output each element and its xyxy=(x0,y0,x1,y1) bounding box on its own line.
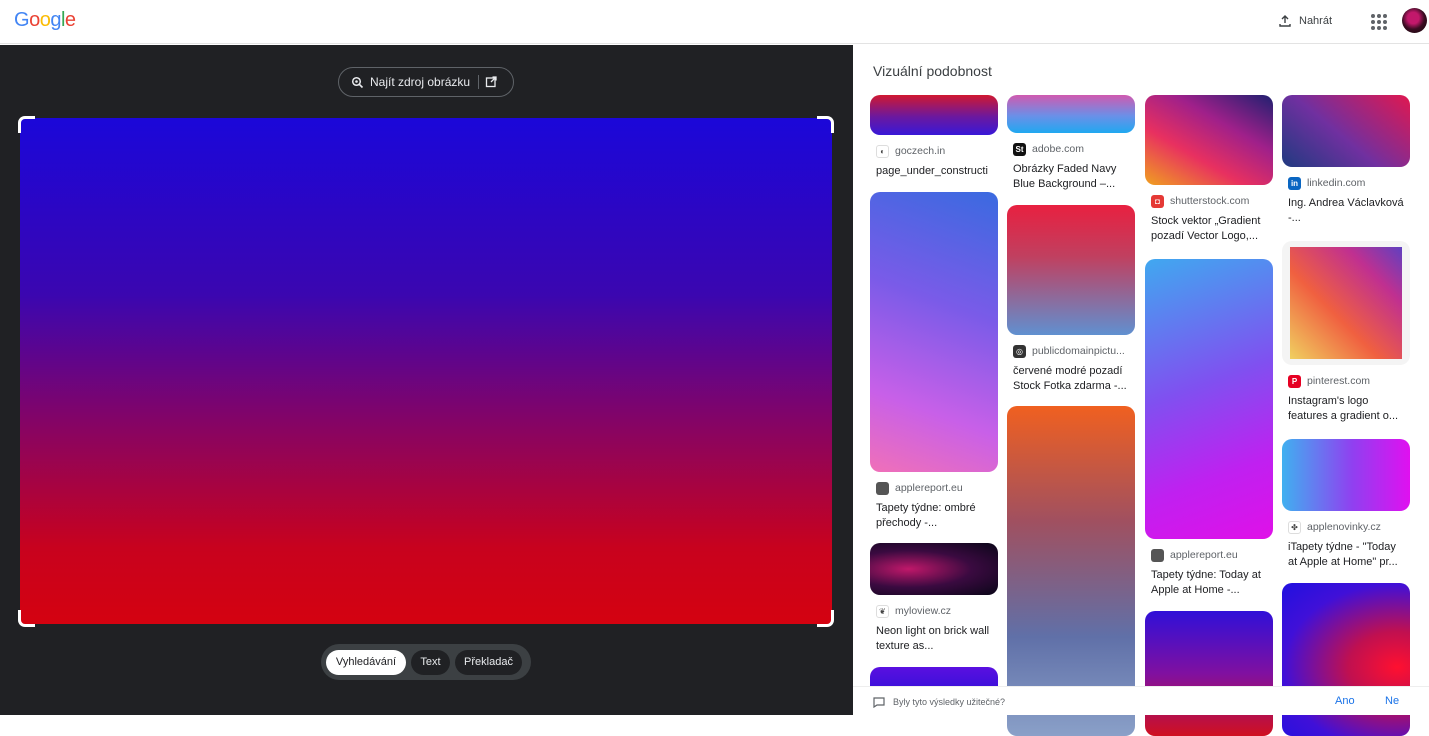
google-logo[interactable]: Google xyxy=(14,9,76,32)
result-title[interactable]: Tapety týdne: ombré přechody -... xyxy=(870,501,998,531)
results-pane: Vizuální podobnost ◐ goczech.in page_under… xyxy=(853,45,1429,736)
image-preview-pane: Najít zdroj obrázku Vyhledávání Text Překl… xyxy=(0,45,853,715)
result-card[interactable] xyxy=(1145,611,1273,736)
result-card[interactable]: St adobe.com Obrázky Faded Navy Blue Backg… xyxy=(1007,95,1135,192)
divider xyxy=(478,75,480,89)
open-in-new-icon xyxy=(485,76,497,88)
upload-label: Nahrát xyxy=(1299,15,1333,27)
result-site-name: applereport.eu xyxy=(895,482,963,494)
upload-icon xyxy=(1279,15,1291,27)
crop-handle-bottom-right[interactable] xyxy=(817,610,834,627)
result-card[interactable]: in linkedin.com Ing. Andrea Václavková -..… xyxy=(1282,95,1410,226)
result-title[interactable]: page_under_constructi xyxy=(870,164,998,179)
result-site-name: adobe.com xyxy=(1032,143,1084,155)
mode-button[interactable]: Překladač xyxy=(455,649,522,675)
result-source[interactable]: applereport.eu xyxy=(870,481,998,495)
result-thumbnail[interactable] xyxy=(1282,241,1410,365)
result-thumbnail[interactable] xyxy=(1007,95,1135,133)
result-thumbnail[interactable] xyxy=(1145,259,1273,539)
result-card[interactable]: applereport.eu Tapety týdne: ombré přecho… xyxy=(870,192,998,531)
result-source[interactable]: Ppinterest.com xyxy=(1282,374,1410,388)
site-favicon-icon: ❦ xyxy=(876,604,889,618)
result-card[interactable]: ◐ goczech.in page_under_constructi xyxy=(870,95,998,179)
crop-handle-bottom-left[interactable] xyxy=(18,610,35,627)
upload-button[interactable]: Nahrát xyxy=(1270,8,1340,34)
result-thumbnail[interactable] xyxy=(1282,439,1410,511)
mode-button[interactable]: Vyhledávání xyxy=(326,649,406,675)
site-favicon-icon: P xyxy=(1288,374,1301,388)
result-site-name: publicdomainpictu... xyxy=(1032,345,1125,357)
result-source[interactable]: St adobe.com xyxy=(1007,142,1135,156)
result-title[interactable]: červené modré pozadí Stock Fotka zdarma … xyxy=(1007,364,1135,394)
result-site-name: goczech.in xyxy=(895,145,946,157)
mode-button[interactable]: Text xyxy=(411,649,450,675)
result-title[interactable]: Tapety týdne: Today at Apple at Home -..… xyxy=(1145,568,1273,598)
lens-search-icon xyxy=(351,76,364,88)
site-favicon-icon xyxy=(1151,548,1164,562)
uploaded-image xyxy=(20,118,832,624)
apps-grid-icon[interactable] xyxy=(1368,11,1388,31)
result-site-name: applereport.eu xyxy=(1170,549,1238,561)
results-title: Vizuální podobnost xyxy=(873,63,992,79)
result-site-name: myloview.cz xyxy=(895,605,952,617)
find-image-source-button[interactable]: Najít zdroj obrázku xyxy=(338,67,514,97)
result-title[interactable]: Stock vektor „Gradient pozadí Vector Log… xyxy=(1145,214,1273,244)
result-source[interactable]: ◘ shutterstock.com xyxy=(1145,194,1273,208)
logo-letter: G xyxy=(14,9,30,31)
result-thumbnail[interactable] xyxy=(1145,95,1273,185)
result-title[interactable]: Obrázky Faded Navy Blue Background –... xyxy=(1007,162,1135,192)
result-site-name: linkedin.com xyxy=(1307,177,1366,189)
search-mode-switcher: Vyhledávání Text Překladač xyxy=(321,644,531,680)
result-source[interactable]: ◎ publicdomainpictu... xyxy=(1007,344,1135,358)
feedback-bar: Byly tyto výsledky užitečné? Ano Ne xyxy=(853,686,1429,715)
logo-letter: g xyxy=(50,9,61,31)
result-thumbnail[interactable] xyxy=(1145,611,1273,736)
result-title[interactable]: iTapety týdne - "Today at Apple at Home"… xyxy=(1282,540,1410,570)
result-source[interactable]: ✤ applenovinky.cz xyxy=(1282,520,1410,534)
result-title[interactable]: Neon light on brick wall texture as... xyxy=(870,624,998,654)
result-card[interactable]: ❦ myloview.cz Neon light on brick wall tex… xyxy=(870,543,998,654)
result-thumbnail[interactable] xyxy=(870,95,998,135)
result-thumbnail[interactable] xyxy=(1282,95,1410,167)
result-card[interactable]: ✤ applenovinky.cz iTapety týdne - "Today a… xyxy=(1282,439,1410,570)
site-favicon-icon: in xyxy=(1288,176,1301,190)
result-source[interactable]: applereport.eu xyxy=(1145,548,1273,562)
site-favicon-icon: ◐ xyxy=(876,144,889,158)
crop-handle-top-left[interactable] xyxy=(18,116,35,133)
logo-letter: e xyxy=(64,9,76,31)
logo-letter: o xyxy=(29,9,40,31)
result-source[interactable]: in linkedin.com xyxy=(1282,176,1410,190)
result-card[interactable]: ◎ publicdomainpictu... červené modré pozad… xyxy=(1007,205,1135,394)
site-favicon-icon: ◘ xyxy=(1151,194,1164,208)
result-title[interactable]: Instagram's logo features a gradient o..… xyxy=(1282,394,1410,424)
site-favicon-icon: St xyxy=(1013,142,1026,156)
result-site-name: shutterstock.com xyxy=(1170,195,1250,207)
find-image-source-label: Najít zdroj obrázku xyxy=(370,75,471,89)
crop-handle-top-right[interactable] xyxy=(817,116,834,133)
top-bar: Google Nahrát xyxy=(0,0,1429,44)
result-thumbnail[interactable] xyxy=(870,543,998,595)
result-source[interactable]: ❦ myloview.cz xyxy=(870,604,998,618)
result-source[interactable]: ◐ goczech.in xyxy=(870,144,998,158)
site-favicon-icon: ✤ xyxy=(1288,520,1301,534)
feedback-no-button[interactable]: Ne xyxy=(1385,695,1399,707)
feedback-question: Byly tyto výsledky užitečné? xyxy=(893,697,1006,707)
site-favicon-icon xyxy=(876,481,889,495)
result-title[interactable]: Ing. Andrea Václavková -... xyxy=(1282,196,1410,226)
feedback-yes-button[interactable]: Ano xyxy=(1335,695,1355,707)
site-favicon-icon: ◎ xyxy=(1013,344,1026,358)
account-avatar[interactable] xyxy=(1402,8,1427,33)
result-card[interactable]: Ppinterest.com Instagram's logo features … xyxy=(1282,241,1410,424)
result-site-name: applenovinky.cz xyxy=(1307,521,1381,533)
result-card[interactable]: applereport.eu Tapety týdne: Today at App… xyxy=(1145,259,1273,598)
logo-letter: o xyxy=(39,9,51,31)
result-thumbnail[interactable] xyxy=(1007,205,1135,335)
result-card[interactable]: ◘ shutterstock.com Stock vektor „Gradient … xyxy=(1145,95,1273,244)
result-thumbnail[interactable] xyxy=(870,192,998,472)
result-site-name: pinterest.com xyxy=(1307,375,1371,387)
feedback-icon xyxy=(873,697,885,708)
